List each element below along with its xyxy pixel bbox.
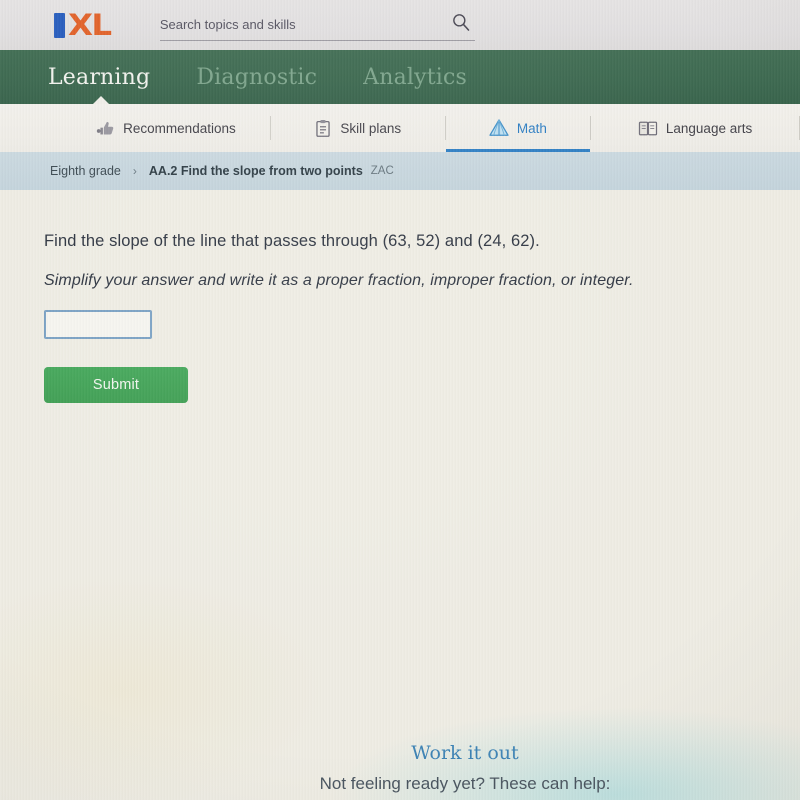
ixl-logo[interactable]: XL xyxy=(54,10,112,39)
breadcrumb: Eighth grade › AA.2 Find the slope from … xyxy=(0,152,800,190)
breadcrumb-skill-code: ZAC xyxy=(370,165,394,177)
logo-xl-text: XL xyxy=(68,7,112,42)
ixl-screen: XL Learning Diagnostic Analytics Recomme… xyxy=(0,0,800,800)
submit-button[interactable]: Submit xyxy=(44,367,188,403)
answer-input[interactable] xyxy=(44,310,152,339)
tab-math-label: Math xyxy=(516,120,547,136)
top-header: XL xyxy=(0,0,800,50)
tab-recommendations[interactable]: Recommendations xyxy=(62,104,270,152)
breadcrumb-separator-icon: › xyxy=(132,164,137,178)
work-it-out-panel: Work it out Not feeling ready yet? These… xyxy=(0,742,800,794)
logo-i-bar xyxy=(54,12,65,38)
work-it-out-subtitle: Not feeling ready yet? These can help: xyxy=(319,774,611,793)
search-input[interactable] xyxy=(159,17,420,32)
tab-math[interactable]: Math xyxy=(445,104,591,152)
tab-skill-plans-label: Skill plans xyxy=(340,120,402,136)
sub-nav: Recommendations Skill plans Math Languag… xyxy=(0,104,800,152)
search-box[interactable] xyxy=(159,10,475,41)
tab-language-arts[interactable]: Language arts xyxy=(591,104,799,152)
tab-language-arts-label: Language arts xyxy=(665,120,753,136)
thumbs-up-icon xyxy=(97,121,114,134)
work-it-out-title: Work it out xyxy=(411,742,519,764)
pyramid-icon xyxy=(489,119,509,136)
nav-item-diagnostic[interactable]: Diagnostic xyxy=(196,65,317,90)
breadcrumb-grade[interactable]: Eighth grade xyxy=(50,164,121,178)
question-instruction: Simplify your answer and write it as a p… xyxy=(44,272,634,289)
tab-recommendations-label: Recommendations xyxy=(123,120,236,136)
open-book-icon xyxy=(638,121,658,135)
search-icon[interactable] xyxy=(451,12,471,32)
nav-item-learning[interactable]: Learning xyxy=(48,65,150,90)
tab-skill-plans[interactable]: Skill plans xyxy=(271,104,445,152)
primary-nav: Learning Diagnostic Analytics xyxy=(0,50,800,105)
question-area: Find the slope of the line that passes t… xyxy=(0,232,800,403)
breadcrumb-skill[interactable]: AA.2 Find the slope from two points xyxy=(149,164,363,178)
question-prompt: Find the slope of the line that passes t… xyxy=(44,232,540,250)
clipboard-list-icon xyxy=(316,119,331,137)
nav-item-analytics[interactable]: Analytics xyxy=(363,65,467,90)
